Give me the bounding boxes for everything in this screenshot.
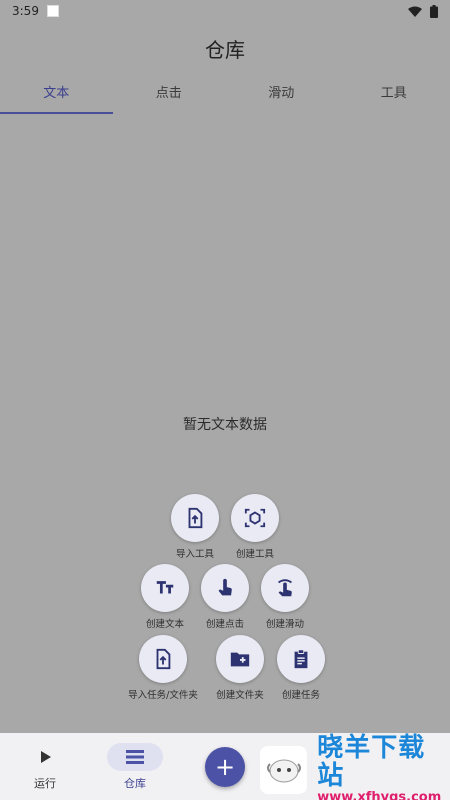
wifi-icon (408, 6, 422, 17)
create-swipe-button[interactable] (261, 564, 309, 612)
tab-text[interactable]: 文本 (0, 80, 113, 114)
status-icons (408, 4, 438, 18)
nav-run-label: 运行 (34, 777, 56, 790)
nav-repository[interactable]: 仓库 (90, 733, 180, 800)
nav-repository-label: 仓库 (124, 777, 146, 790)
cube-scan-icon (244, 508, 266, 528)
status-time: 3:59 (12, 4, 39, 18)
create-task-action[interactable]: 创建任务 (256, 635, 346, 701)
status-bar: 3:59 (0, 0, 450, 22)
text-tt-icon (156, 581, 174, 594)
tab-swipe[interactable]: 滑动 (225, 80, 338, 114)
upload-file-icon (188, 507, 203, 529)
create-swipe-label: 创建滑动 (265, 619, 304, 630)
create-text-label: 创建文本 (145, 619, 184, 630)
folder-plus-icon (230, 652, 250, 667)
page-title: 仓库 (205, 38, 245, 62)
upload-file-icon (156, 648, 171, 670)
clipboard-icon (294, 649, 308, 669)
notification-icon (46, 5, 59, 17)
tab-click[interactable]: 点击 (113, 80, 226, 114)
tab-bar: 文本 点击 滑动 工具 (0, 80, 450, 114)
add-fab-button[interactable]: + (205, 747, 245, 787)
create-tool-action[interactable]: 创建工具 (210, 494, 300, 560)
watermark-text: 晓羊下载站 www.xfhygs.com (317, 734, 450, 800)
import-task-label: 导入任务/文件夹 (128, 690, 198, 701)
create-tool-button[interactable] (231, 494, 279, 542)
create-task-button[interactable] (277, 635, 325, 683)
import-task-button[interactable] (139, 635, 187, 683)
swipe-finger-icon (278, 579, 292, 597)
site-watermark: 晓羊下载站 www.xfhygs.com (260, 734, 450, 800)
sheep-logo-icon (260, 746, 308, 794)
watermark-url: www.xfhygs.com (317, 790, 442, 800)
empty-state-text: 暂无文本数据 (183, 417, 267, 433)
list-icon (107, 743, 163, 771)
import-tool-label: 导入工具 (175, 549, 214, 560)
play-icon (17, 743, 73, 771)
create-task-label: 创建任务 (281, 690, 320, 701)
create-click-label: 创建点击 (205, 619, 244, 630)
create-tool-label: 创建工具 (235, 549, 274, 560)
battery-icon (430, 4, 438, 18)
tap-finger-icon (218, 578, 232, 596)
create-swipe-action[interactable]: 创建滑动 (240, 564, 330, 630)
tab-tools[interactable]: 工具 (338, 80, 450, 114)
watermark-title: 晓羊下载站 (317, 733, 426, 791)
nav-run[interactable]: 运行 (0, 733, 90, 800)
